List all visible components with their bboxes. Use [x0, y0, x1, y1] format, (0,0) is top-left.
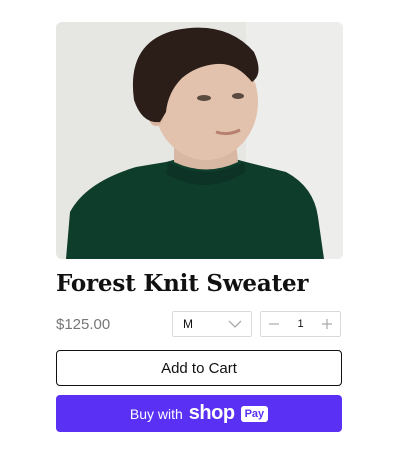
plus-icon[interactable]: [319, 316, 335, 332]
product-title: Forest Knit Sweater: [56, 270, 309, 297]
buy-with-shop-pay-button[interactable]: Buy with shop Pay: [56, 395, 342, 432]
chevron-down-icon: [227, 316, 243, 335]
quantity-stepper: 1: [260, 311, 341, 337]
shop-logo: shop: [188, 402, 235, 424]
size-select[interactable]: M: [172, 311, 252, 337]
product-image: [56, 22, 343, 259]
product-price: $125.00: [56, 316, 111, 333]
add-to-cart-button[interactable]: Add to Cart: [56, 350, 342, 386]
buy-with-label: Buy with: [129, 405, 183, 422]
pay-badge: Pay: [240, 405, 269, 422]
size-select-value: M: [183, 317, 193, 331]
